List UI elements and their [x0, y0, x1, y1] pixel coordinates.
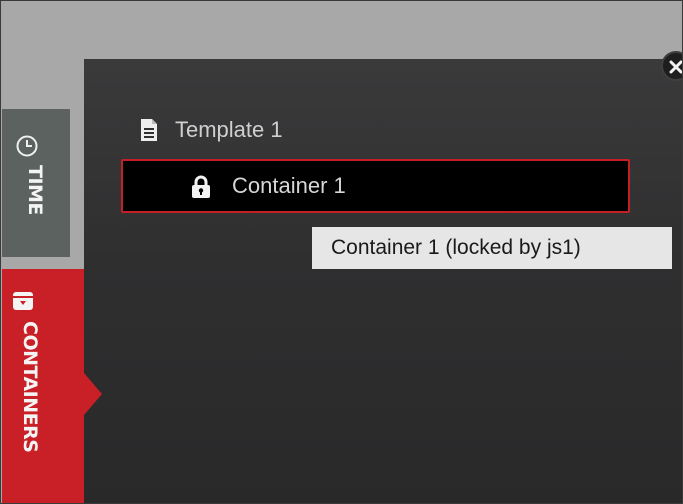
tab-time-label: TIME	[24, 165, 46, 215]
tree-item-template[interactable]: Template 1	[139, 113, 283, 147]
lock-tooltip: Container 1 (locked by js1)	[312, 227, 672, 269]
tab-containers-label: CONTAINERS	[19, 321, 41, 453]
container-box-icon	[13, 292, 33, 310]
close-icon	[669, 60, 682, 74]
close-button[interactable]	[661, 51, 682, 81]
container-label: Container 1	[232, 173, 346, 198]
app-window: TIME CONTAINERS Template 1 Container 1 C…	[0, 0, 683, 504]
lock-icon	[192, 175, 210, 198]
tab-time[interactable]: TIME	[2, 109, 70, 257]
active-tab-pointer	[84, 373, 102, 415]
tab-containers[interactable]: CONTAINERS	[2, 269, 84, 503]
template-label: Template 1	[175, 117, 283, 142]
tree-item-container[interactable]: Container 1	[121, 159, 630, 213]
document-icon	[141, 119, 157, 141]
clock-icon	[16, 135, 38, 157]
